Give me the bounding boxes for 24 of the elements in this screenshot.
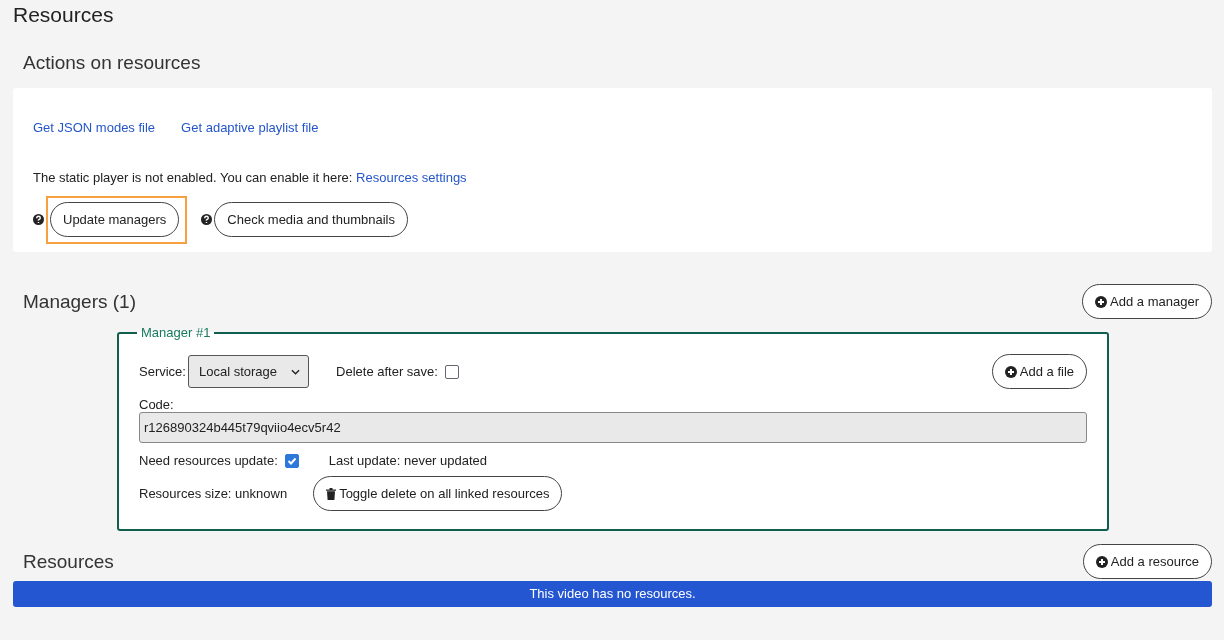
add-manager-button[interactable]: Add a manager [1082, 284, 1212, 319]
code-label: Code: [139, 397, 175, 412]
page-title: Resources [13, 2, 114, 27]
update-label: Need resources update: [139, 453, 278, 468]
settings-link[interactable]: Resources settings [356, 170, 467, 185]
code-field[interactable]: r126890324b445t79qviio4ecv5r42 [139, 412, 1087, 443]
toggle-delete-button[interactable]: Toggle delete on all linked resources [313, 476, 563, 511]
action-button[interactable]: Check media and thumbnails [214, 202, 408, 237]
action-button[interactable]: Update managers [50, 201, 180, 237]
service-label: Service: [139, 364, 186, 379]
last-update-text: Last update: never updated [328, 453, 488, 468]
empty-message: This video has no resources. [13, 581, 1212, 607]
section-heading: Resources [23, 549, 114, 574]
notice-text: The static player is not enabled. You can enable it here: Resources settings [33, 170, 467, 185]
download-link[interactable]: Get JSON modes file [33, 120, 156, 135]
add-file-button[interactable]: Add a file [991, 354, 1087, 389]
section-heading: Actions on resources [23, 51, 201, 75]
delete-label: Delete after save: [336, 364, 438, 379]
manager-legend: Manager #1 [137, 325, 215, 340]
section-heading: Managers (1) [23, 289, 136, 314]
resources-size-text: Resources size: unknown [139, 486, 288, 501]
service-select[interactable]: Local storage [187, 355, 310, 388]
download-link[interactable]: Get adaptive playlist file [181, 120, 319, 135]
add-resource-button[interactable]: Add a resource [1082, 544, 1212, 579]
